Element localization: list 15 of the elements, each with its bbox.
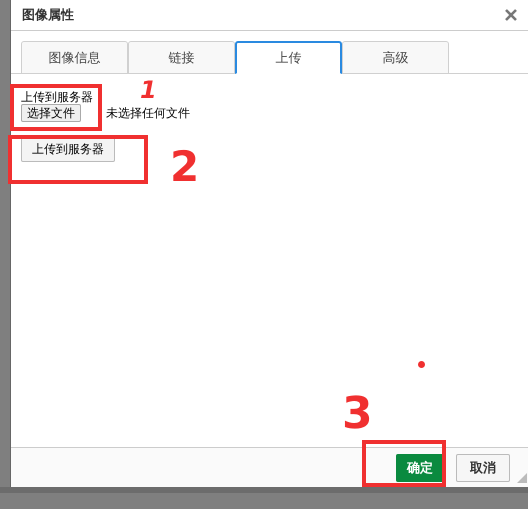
close-icon[interactable] <box>504 8 518 22</box>
resize-grip-icon[interactable] <box>517 473 527 483</box>
annotation-number: 1 <box>140 78 157 102</box>
annotation-number: 3 <box>342 392 373 436</box>
tab[interactable]: 上传 <box>235 41 342 74</box>
tab[interactable]: 链接 <box>128 41 235 74</box>
choose-file-button[interactable]: 选择文件 <box>21 104 81 122</box>
annotation-number: 2 <box>170 146 200 188</box>
tab[interactable]: 高级 <box>342 41 449 74</box>
ok-button[interactable]: 确定 <box>396 454 444 482</box>
upload-label: 上传到服务器 <box>21 90 93 104</box>
dialog-title: 图像属性 <box>22 7 74 24</box>
file-status: 未选择任何文件 <box>106 104 190 122</box>
tab[interactable]: 图像信息 <box>21 41 128 74</box>
cancel-button[interactable]: 取消 <box>456 454 510 482</box>
